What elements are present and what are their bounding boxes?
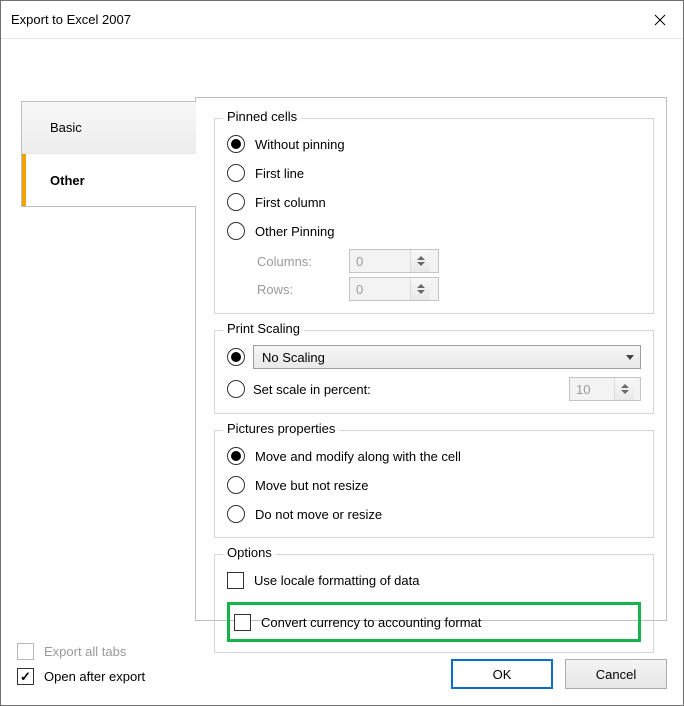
checkbox-label: Convert currency to accounting format [261, 615, 481, 630]
scale-percent-input [570, 378, 614, 400]
scale-percent-spinner [569, 377, 641, 401]
rows-row: Rows: [227, 277, 641, 301]
group-print-scaling: Print Scaling No Scaling Set scale in pe… [214, 330, 654, 414]
columns-row: Columns: [227, 249, 641, 273]
radio-move-modify[interactable]: Move and modify along with the cell [227, 442, 641, 470]
checkbox-icon [234, 614, 251, 631]
checkbox-icon [227, 572, 244, 589]
radio-set-scale-row: Set scale in percent: [227, 377, 641, 401]
panel-other: Pinned cells Without pinning First line … [195, 97, 667, 621]
spin-icon [410, 250, 430, 272]
radio-label: First column [255, 195, 326, 210]
columns-input [350, 250, 410, 272]
radio-icon [227, 222, 245, 240]
radio-label: Move and modify along with the cell [255, 449, 461, 464]
combo-value: No Scaling [262, 350, 325, 365]
group-pinned-cells: Pinned cells Without pinning First line … [214, 118, 654, 314]
tabs-list: Basic Other [21, 101, 196, 207]
close-icon [654, 14, 666, 26]
group-pictures-properties: Pictures properties Move and modify alon… [214, 430, 654, 538]
checkbox-label: Open after export [44, 669, 145, 684]
rows-spinner [349, 277, 439, 301]
checkbox-use-locale[interactable]: Use locale formatting of data [227, 566, 641, 594]
radio-set-scale[interactable] [227, 380, 245, 398]
radio-icon [227, 476, 245, 494]
tab-basic[interactable]: Basic [22, 102, 196, 154]
radio-label: Other Pinning [255, 224, 335, 239]
dialog-window: Export to Excel 2007 Basic Other Pinned … [0, 0, 684, 706]
checkbox-open-after-export[interactable]: Open after export [17, 664, 145, 688]
highlight-convert-currency: Convert currency to accounting format [227, 602, 641, 642]
bottom-bar: Export all tabs Open after export OK Can… [17, 638, 667, 689]
tab-other[interactable]: Other [22, 154, 196, 206]
radio-label: First line [255, 166, 304, 181]
group-title-scaling: Print Scaling [223, 321, 304, 336]
dialog-body: Basic Other Pinned cells Without pinning… [1, 39, 683, 705]
columns-label: Columns: [257, 254, 327, 269]
checkbox-label: Export all tabs [44, 644, 126, 659]
radio-label: Do not move or resize [255, 507, 382, 522]
checkbox-icon [17, 643, 34, 660]
dialog-title: Export to Excel 2007 [11, 12, 131, 27]
radio-first-column[interactable]: First column [227, 188, 641, 216]
group-title-options: Options [223, 545, 276, 560]
radio-icon [227, 193, 245, 211]
checkbox-icon [17, 668, 34, 685]
radio-other-pinning[interactable]: Other Pinning [227, 217, 641, 245]
radio-icon [227, 505, 245, 523]
spin-icon [614, 378, 634, 400]
radio-first-line[interactable]: First line [227, 159, 641, 187]
checkbox-label: Use locale formatting of data [254, 573, 419, 588]
bottom-left: Export all tabs Open after export [17, 638, 145, 689]
radio-move-not-resize[interactable]: Move but not resize [227, 471, 641, 499]
scaling-combo[interactable]: No Scaling [253, 345, 641, 369]
rows-input [350, 278, 410, 300]
cancel-button[interactable]: Cancel [565, 659, 667, 689]
group-title-pictures: Pictures properties [223, 421, 339, 436]
close-button[interactable] [637, 1, 683, 38]
radio-no-move[interactable]: Do not move or resize [227, 500, 641, 528]
radio-label: Without pinning [255, 137, 345, 152]
radio-no-scaling[interactable]: No Scaling [227, 345, 641, 369]
spin-icon [410, 278, 430, 300]
radio-icon [227, 135, 245, 153]
rows-label: Rows: [257, 282, 327, 297]
radio-icon [227, 447, 245, 465]
checkbox-export-all-tabs: Export all tabs [17, 639, 145, 663]
ok-button[interactable]: OK [451, 659, 553, 689]
chevron-down-icon [626, 355, 634, 360]
group-title-pinned: Pinned cells [223, 109, 301, 124]
dialog-buttons: OK Cancel [451, 659, 667, 689]
radio-label: Move but not resize [255, 478, 368, 493]
radio-label[interactable]: Set scale in percent: [253, 382, 371, 397]
radio-icon [227, 164, 245, 182]
titlebar: Export to Excel 2007 [1, 1, 683, 39]
radio-icon [227, 348, 245, 366]
radio-without-pinning[interactable]: Without pinning [227, 130, 641, 158]
columns-spinner [349, 249, 439, 273]
checkbox-convert-currency[interactable]: Convert currency to accounting format [234, 608, 634, 636]
